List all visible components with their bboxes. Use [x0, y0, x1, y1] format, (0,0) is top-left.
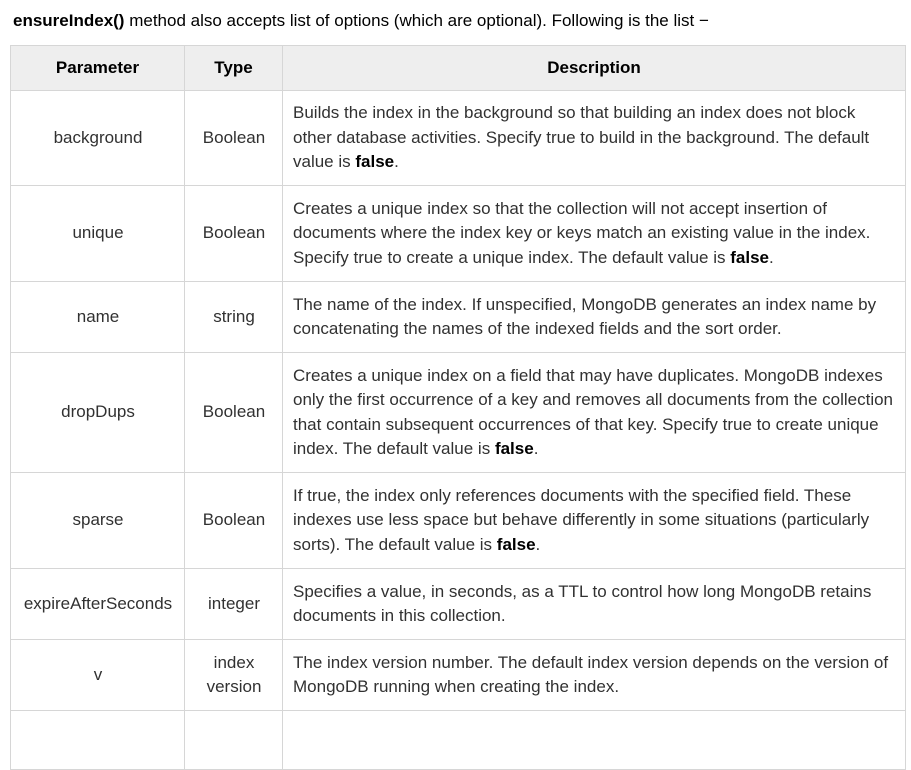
default-value: false: [730, 247, 769, 267]
intro-text: method also accepts list of options (whi…: [124, 11, 709, 30]
method-name: ensureIndex(): [13, 11, 125, 30]
header-description: Description: [282, 45, 906, 91]
parameter-cell: v: [10, 639, 185, 711]
type-cell: Boolean: [184, 185, 283, 282]
options-table: Parameter Type Description background Bo…: [10, 45, 906, 770]
parameter-cell: sparse: [10, 472, 185, 569]
type-cell: Boolean: [184, 352, 283, 473]
table-header-row: Parameter Type Description: [10, 45, 906, 91]
description-cell: Creates a unique index on a field that m…: [282, 352, 906, 473]
description-text: Creates a unique index so that the colle…: [293, 198, 871, 267]
type-cell: Boolean: [184, 90, 283, 186]
parameter-cell: dropDups: [10, 352, 185, 473]
description-text: The name of the index. If unspecified, M…: [293, 294, 877, 339]
description-cell: Creates a unique index so that the colle…: [282, 185, 906, 282]
description-cell: [282, 710, 906, 770]
description-suffix: .: [533, 439, 539, 458]
table-row: unique Boolean Creates a unique index so…: [10, 185, 906, 282]
header-parameter: Parameter: [10, 45, 185, 91]
type-cell: index version: [184, 639, 283, 711]
table-row: name string The name of the index. If un…: [10, 281, 906, 353]
description-cell: If true, the index only references docum…: [282, 472, 906, 569]
parameter-cell: unique: [10, 185, 185, 282]
type-cell: string: [184, 281, 283, 353]
type-cell: [184, 710, 283, 770]
table-row: dropDups Boolean Creates a unique index …: [10, 352, 906, 473]
parameter-cell: background: [10, 90, 185, 186]
intro-paragraph: ensureIndex() method also accepts list o…: [13, 9, 903, 33]
description-suffix: .: [394, 152, 399, 172]
description-suffix: .: [535, 534, 541, 554]
header-type: Type: [184, 45, 283, 91]
table-row: background Boolean Builds the index in t…: [10, 90, 906, 186]
description-text: Specifies a value, in seconds, as a TTL …: [293, 581, 872, 626]
table-row-partial: [10, 710, 906, 770]
description-text: The index version number. The default in…: [293, 652, 889, 697]
description-text: If true, the index only references docum…: [293, 485, 870, 554]
default-value: false: [494, 439, 534, 458]
table-row: expireAfterSeconds integer Specifies a v…: [10, 568, 906, 640]
description-cell: Builds the index in the background so th…: [282, 90, 906, 186]
description-suffix: .: [769, 247, 774, 267]
parameter-cell: expireAfterSeconds: [10, 568, 185, 640]
description-cell: The name of the index. If unspecified, M…: [282, 281, 906, 353]
default-value: false: [355, 152, 395, 172]
type-cell: Boolean: [184, 472, 283, 569]
table-row: sparse Boolean If true, the index only r…: [10, 472, 906, 569]
parameter-cell: name: [10, 281, 185, 353]
default-value: false: [496, 534, 536, 554]
parameter-cell: [10, 710, 185, 770]
description-cell: Specifies a value, in seconds, as a TTL …: [282, 568, 906, 640]
table-row: v index version The index version number…: [10, 639, 906, 711]
description-cell: The index version number. The default in…: [282, 639, 906, 711]
description-text: Creates a unique index on a field that m…: [293, 365, 894, 459]
type-cell: integer: [184, 568, 283, 640]
